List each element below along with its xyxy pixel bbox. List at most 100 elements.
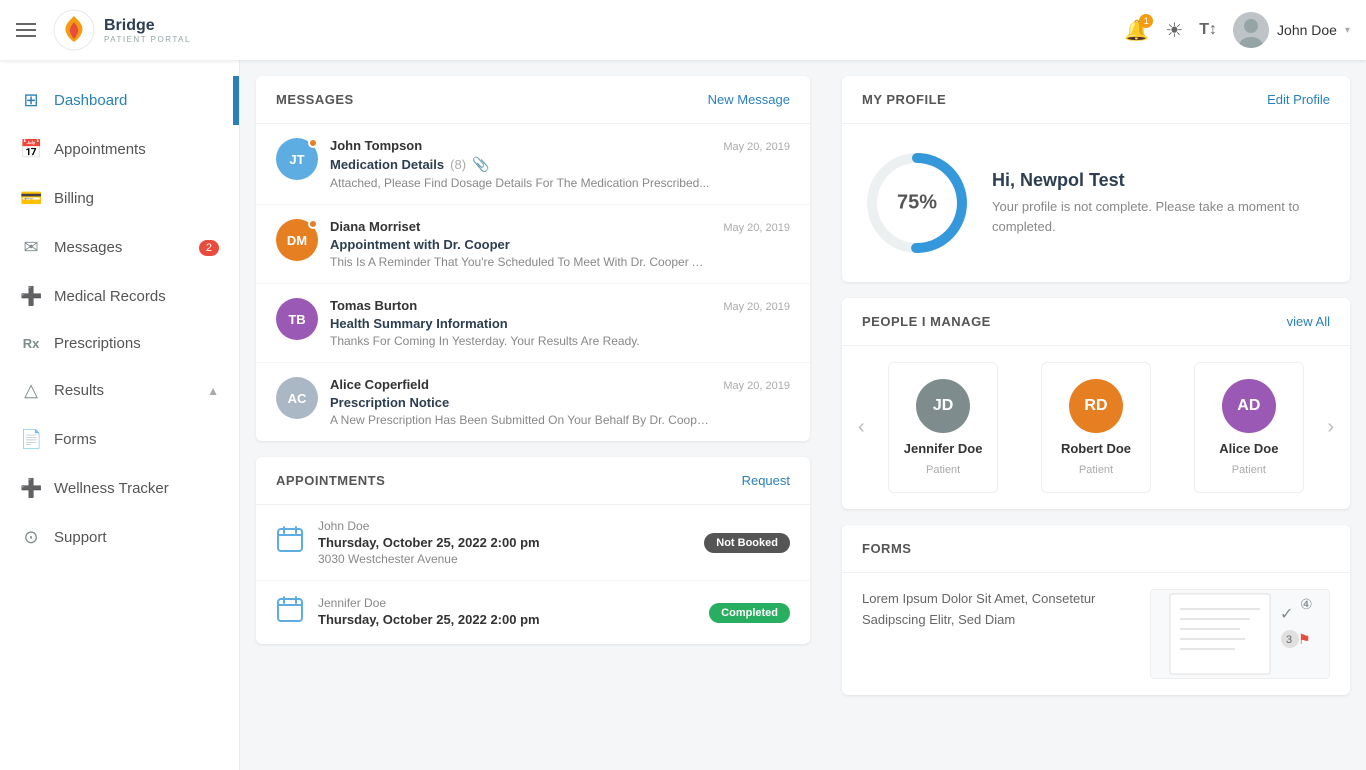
calendar-icon	[276, 525, 304, 560]
new-message-button[interactable]: New Message	[708, 92, 790, 107]
avatar-jt: JT	[276, 138, 318, 180]
sidebar-item-billing[interactable]: 💳 Billing	[0, 174, 239, 223]
results-arrow-icon: ▲	[207, 384, 219, 398]
person-name-alice: Alice Doe	[1219, 441, 1278, 456]
sidebar-item-forms[interactable]: 📄 Forms	[0, 415, 239, 464]
messages-badge: 2	[199, 240, 219, 256]
sidebar-label-dashboard: Dashboard	[54, 92, 127, 109]
message-item[interactable]: JT John Tompson May 20, 2019 Medication …	[256, 124, 810, 205]
message-content: John Tompson May 20, 2019 Medication Det…	[330, 138, 790, 190]
person-avatar-jd: JD	[916, 379, 970, 433]
person-card-alice[interactable]: AD Alice Doe Patient	[1194, 362, 1304, 493]
logo-brand: Bridge	[104, 17, 191, 35]
sidebar: ⊞ Dashboard 📅 Appointments 💳 Billing ✉ M…	[0, 60, 240, 770]
wellness-icon: ➕	[20, 478, 42, 499]
people-prev-button[interactable]: ‹	[852, 416, 871, 439]
font-size-icon[interactable]: T↕	[1199, 21, 1217, 39]
sidebar-item-dashboard[interactable]: ⊞ Dashboard	[0, 76, 239, 125]
appointments-card-header: APPOINTMENTS Request	[256, 457, 810, 505]
message-item[interactable]: AC Alice Coperfield May 20, 2019 Prescri…	[256, 363, 810, 441]
sidebar-item-wellness-tracker[interactable]: ➕ Wellness Tracker	[0, 464, 239, 513]
message-sender: John Tompson	[330, 138, 422, 153]
sidebar-item-medical-records[interactable]: ➕ Medical Records	[0, 272, 239, 321]
messages-title: MESSAGES	[276, 92, 354, 107]
message-sender: Tomas Burton	[330, 298, 417, 313]
avatar-dm: DM	[276, 219, 318, 261]
user-chevron: ▾	[1345, 25, 1350, 36]
sidebar-item-messages[interactable]: ✉ Messages 2	[0, 223, 239, 272]
message-content: Diana Morriset May 20, 2019 Appointment …	[330, 219, 790, 269]
people-title: PEOPLE I MANAGE	[862, 314, 991, 329]
attachment-icon: 📎	[472, 156, 489, 173]
brightness-icon[interactable]: ☀	[1165, 18, 1183, 43]
calendar-icon	[276, 595, 304, 630]
layout: ⊞ Dashboard 📅 Appointments 💳 Billing ✉ M…	[0, 60, 1366, 770]
profile-text: Hi, Newpol Test Your profile is not comp…	[992, 170, 1330, 236]
message-top: Tomas Burton May 20, 2019	[330, 298, 790, 313]
person-name-robert: Robert Doe	[1061, 441, 1131, 456]
appointment-item[interactable]: Jennifer Doe Thursday, October 25, 2022 …	[256, 581, 810, 644]
notification-count: 1	[1139, 14, 1153, 28]
user-menu[interactable]: John Doe ▾	[1233, 12, 1350, 48]
right-panel: MY PROFILE Edit Profile 75% Hi, Newpol T…	[826, 60, 1366, 770]
message-preview: Attached, Please Find Dosage Details For…	[330, 176, 710, 190]
request-appointment-button[interactable]: Request	[742, 473, 790, 488]
people-list: JD Jennifer Doe Patient RD Robert Doe Pa…	[871, 362, 1322, 493]
online-indicator	[308, 138, 318, 148]
sidebar-item-prescriptions[interactable]: Rx Prescriptions	[0, 321, 239, 366]
messages-icon: ✉	[20, 237, 42, 258]
message-subject: Health Summary Information	[330, 316, 790, 331]
sidebar-item-results[interactable]: △ Results ▲	[0, 366, 239, 415]
appointment-patient: John Doe	[318, 519, 690, 533]
message-subject: Appointment with Dr. Cooper	[330, 237, 790, 252]
hamburger-menu[interactable]	[16, 23, 36, 37]
forms-content: Lorem Ipsum Dolor Sit Amet, Consetetur S…	[842, 573, 1350, 695]
user-name: John Doe	[1277, 22, 1337, 38]
sidebar-label-appointments: Appointments	[54, 141, 146, 158]
svg-text:⚑: ⚑	[1298, 631, 1311, 647]
svg-text:3: 3	[1286, 634, 1292, 646]
appointment-date: Thursday, October 25, 2022 2:00 pm	[318, 612, 695, 627]
person-role-robert: Patient	[1079, 464, 1113, 476]
forms-icon: 📄	[20, 429, 42, 450]
avatar-tb: TB	[276, 298, 318, 340]
person-card-robert[interactable]: RD Robert Doe Patient	[1041, 362, 1151, 493]
sidebar-label-billing: Billing	[54, 190, 94, 207]
message-preview: Thanks For Coming In Yesterday. Your Res…	[330, 334, 710, 348]
profile-progress-circle: 75%	[862, 148, 972, 258]
header-left: Bridge PATIENT PORTAL	[16, 8, 191, 52]
appointment-address: 3030 Westchester Avenue	[318, 552, 690, 566]
message-sender: Diana Morriset	[330, 219, 420, 234]
sidebar-item-appointments[interactable]: 📅 Appointments	[0, 125, 239, 174]
sidebar-item-support[interactable]: ⊙ Support	[0, 513, 239, 562]
forms-description: Lorem Ipsum Dolor Sit Amet, Consetetur S…	[862, 589, 1134, 631]
notification-bell[interactable]: 🔔 1	[1124, 18, 1149, 43]
people-next-button[interactable]: ›	[1321, 416, 1340, 439]
edit-profile-button[interactable]: Edit Profile	[1267, 92, 1330, 107]
view-all-button[interactable]: view All	[1287, 314, 1330, 329]
forms-card-header: FORMS	[842, 525, 1350, 573]
profile-card: MY PROFILE Edit Profile 75% Hi, Newpol T…	[842, 76, 1350, 282]
message-top: Alice Coperfield May 20, 2019	[330, 377, 790, 392]
appointment-status-badge: Not Booked	[704, 533, 790, 553]
message-top: John Tompson May 20, 2019	[330, 138, 790, 153]
profile-greeting: Hi, Newpol Test	[992, 170, 1330, 191]
people-card-header: PEOPLE I MANAGE view All	[842, 298, 1350, 346]
online-indicator	[308, 219, 318, 229]
header: Bridge PATIENT PORTAL 🔔 1 ☀ T↕ John Doe …	[0, 0, 1366, 60]
header-right: 🔔 1 ☀ T↕ John Doe ▾	[1124, 12, 1350, 48]
messages-card-header: MESSAGES New Message	[256, 76, 810, 124]
appointment-item[interactable]: John Doe Thursday, October 25, 2022 2:00…	[256, 505, 810, 581]
logo-icon	[52, 8, 96, 52]
sidebar-label-support: Support	[54, 529, 107, 546]
appointment-patient: Jennifer Doe	[318, 596, 695, 610]
message-content: Tomas Burton May 20, 2019 Health Summary…	[330, 298, 790, 348]
message-item[interactable]: TB Tomas Burton May 20, 2019 Health Summ…	[256, 284, 810, 363]
results-icon: △	[20, 380, 42, 401]
forms-card: FORMS Lorem Ipsum Dolor Sit Amet, Conset…	[842, 525, 1350, 695]
profile-card-header: MY PROFILE Edit Profile	[842, 76, 1350, 124]
person-card-jennifer[interactable]: JD Jennifer Doe Patient	[888, 362, 998, 493]
message-item[interactable]: DM Diana Morriset May 20, 2019 Appointme…	[256, 205, 810, 284]
message-preview: A New Prescription Has Been Submitted On…	[330, 413, 710, 427]
support-icon: ⊙	[20, 527, 42, 548]
